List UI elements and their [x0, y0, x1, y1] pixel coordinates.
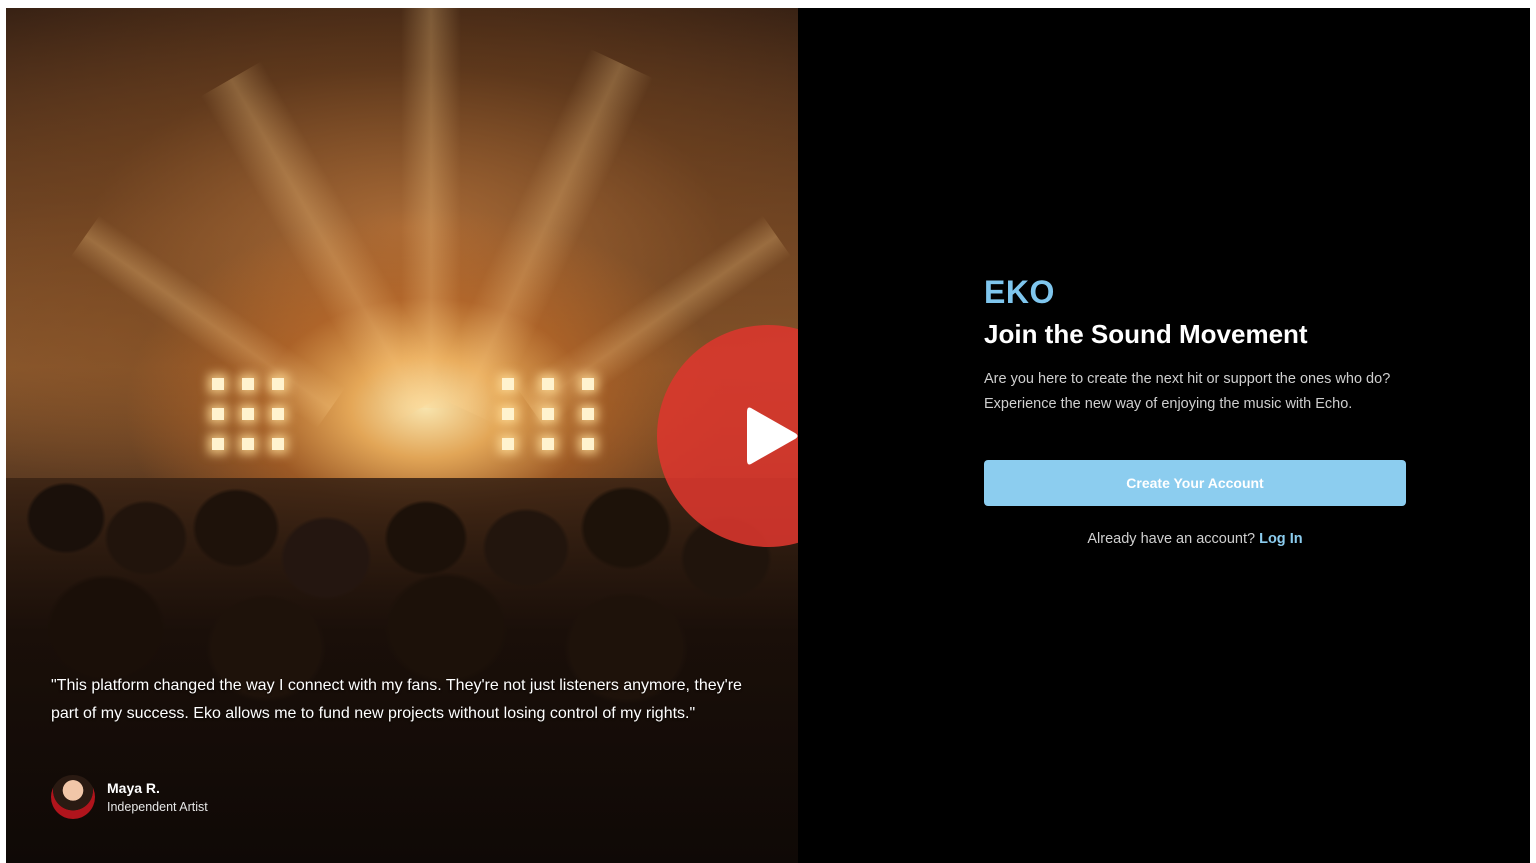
create-account-button[interactable]: Create Your Account — [984, 460, 1406, 506]
avatar — [51, 775, 95, 819]
page-title: Join the Sound Movement — [984, 319, 1308, 349]
author-name: Maya R. — [107, 779, 160, 796]
app-frame: "This platform changed the way I connect… — [6, 8, 1530, 863]
brand-logo: EKO — [984, 274, 1055, 310]
light-beam — [401, 8, 461, 408]
login-prompt: Already have an account? Log In — [984, 531, 1406, 547]
page-description: Are you here to create the next hit or s… — [984, 371, 1391, 412]
stage-lights — [202, 368, 622, 488]
play-icon — [747, 407, 798, 465]
login-link[interactable]: Log In — [1259, 531, 1303, 547]
testimonial-quote: "This platform changed the way I connect… — [51, 677, 742, 722]
author-role: Independent Artist — [107, 799, 208, 814]
signup-panel: EKO Join the Sound Movement Are you here… — [798, 8, 1530, 863]
testimonial-author: Maya R. Independent Artist — [51, 775, 208, 819]
login-prompt-text: Already have an account? — [1087, 531, 1256, 547]
